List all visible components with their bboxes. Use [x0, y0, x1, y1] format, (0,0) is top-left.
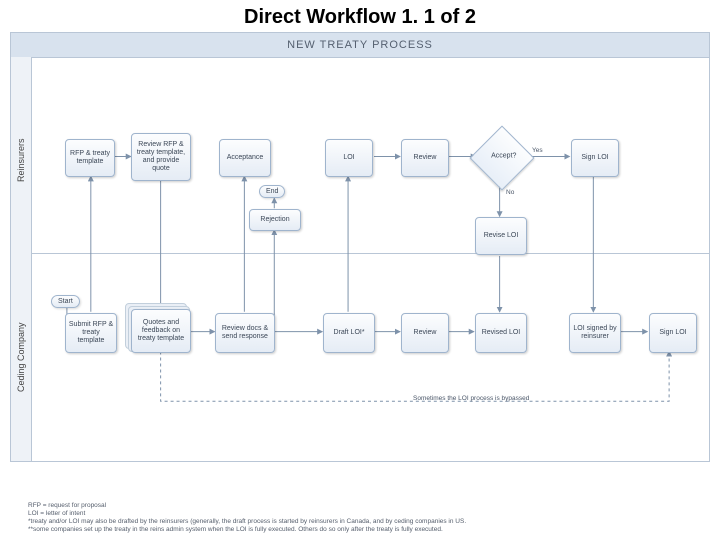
- lane-label-column: Reinsurers Ceding Company: [11, 57, 32, 461]
- box-quotes-stack: Quotes and feedback on treaty template: [131, 309, 191, 353]
- canvas: RFP & treaty template Review RFP & treat…: [31, 57, 709, 461]
- decision-accept: Accept?: [469, 125, 534, 190]
- edge-label-no: No: [505, 189, 515, 196]
- note-bypass: Sometimes the LOI process is bypassed: [413, 395, 529, 402]
- box-draft-loi: Draft LOI*: [323, 313, 375, 353]
- footnote-2: LOI = letter of intent: [28, 510, 700, 518]
- arrows-layer: [31, 57, 709, 461]
- footnote-3: *treaty and/or LOI may also be drafted b…: [28, 518, 700, 526]
- box-rfp: RFP & treaty template: [65, 139, 115, 177]
- edge-label-yes: Yes: [531, 147, 544, 154]
- box-sign-loi-c: Sign LOI: [649, 313, 697, 353]
- diagram-header: NEW TREATY PROCESS: [11, 33, 709, 58]
- diagram-frame: NEW TREATY PROCESS Reinsurers Ceding Com…: [10, 32, 710, 462]
- box-review-c: Review: [401, 313, 449, 353]
- lane-label-reinsurers: Reinsurers: [16, 142, 26, 182]
- footnote-1: RFP = request for proposal: [28, 502, 700, 510]
- box-revise-loi: Revise LOI: [475, 217, 527, 255]
- box-sign-loi-r: Sign LOI: [571, 139, 619, 177]
- box-rejection: Rejection: [249, 209, 301, 231]
- lane-label-ceding: Ceding Company: [16, 332, 26, 392]
- page-title: Direct Workflow 1. 1 of 2: [0, 0, 720, 33]
- box-loi: LOI: [325, 139, 373, 177]
- footnote-4: **some companies set up the treaty in th…: [28, 526, 700, 534]
- box-review-rfp: Review RFP & treaty template, and provid…: [131, 133, 191, 181]
- box-review-docs: Review docs & send response: [215, 313, 275, 353]
- box-submit: Submit RFP & treaty template: [65, 313, 117, 353]
- footnotes: RFP = request for proposal LOI = letter …: [28, 502, 700, 535]
- box-signed-by-reins: LOI signed by reinsurer: [569, 313, 621, 353]
- terminator-start: Start: [51, 295, 80, 308]
- box-review-r: Review: [401, 139, 449, 177]
- box-revised: Revised LOI: [475, 313, 527, 353]
- box-quotes: Quotes and feedback on treaty template: [131, 309, 191, 353]
- box-acceptance: Acceptance: [219, 139, 271, 177]
- terminator-end: End: [259, 185, 285, 198]
